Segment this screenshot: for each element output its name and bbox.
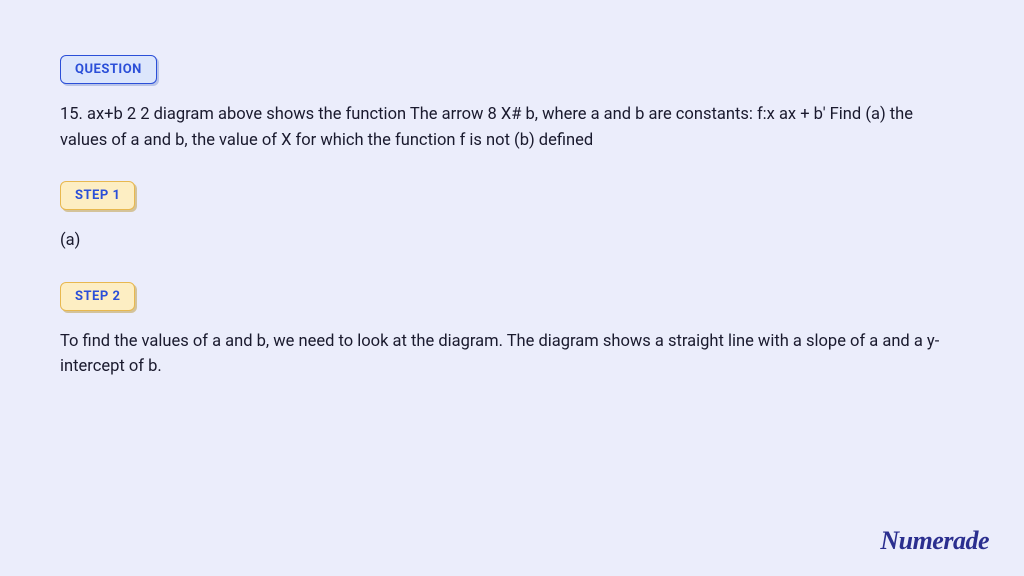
question-badge: QUESTION [60, 55, 157, 84]
step-2-content: To find the values of a and b, we need t… [60, 329, 964, 380]
step-1-content: (a) [60, 228, 964, 254]
question-section: QUESTION 15. ax+b 2 2 diagram above show… [60, 55, 964, 153]
step-1-badge: STEP 1 [60, 181, 135, 210]
question-text: 15. ax+b 2 2 diagram above shows the fun… [60, 102, 964, 153]
step-2-section: STEP 2 To find the values of a and b, we… [60, 282, 964, 380]
step-2-badge: STEP 2 [60, 282, 135, 311]
brand-logo: Numerade [880, 526, 989, 556]
step-1-section: STEP 1 (a) [60, 181, 964, 254]
